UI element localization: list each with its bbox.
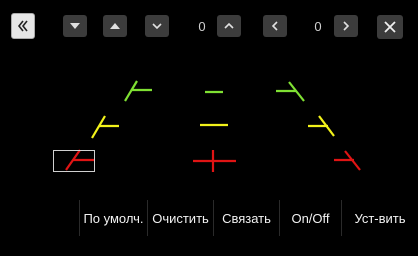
guide-right-near[interactable] <box>334 150 361 171</box>
guide-left-far[interactable] <box>124 80 152 102</box>
link-button[interactable]: Связать <box>213 200 279 236</box>
clear-button[interactable]: Очистить <box>147 200 213 236</box>
set-button[interactable]: Уст-вить <box>341 200 418 236</box>
guide-left-middle[interactable] <box>91 115 119 139</box>
guide-right-middle[interactable] <box>308 115 335 137</box>
default-button[interactable]: По умолч. <box>79 200 147 236</box>
bottom-action-bar: По умолч. Очистить Связать On/Off Уст-ви… <box>0 200 418 236</box>
guide-center-near[interactable] <box>193 150 236 172</box>
guide-row-far <box>124 80 305 102</box>
guide-row-middle <box>91 115 335 139</box>
selected-guide-box[interactable] <box>53 150 95 172</box>
guide-right-far[interactable] <box>276 81 305 102</box>
guide-row-near <box>65 149 361 172</box>
on-off-button[interactable]: On/Off <box>279 200 341 236</box>
